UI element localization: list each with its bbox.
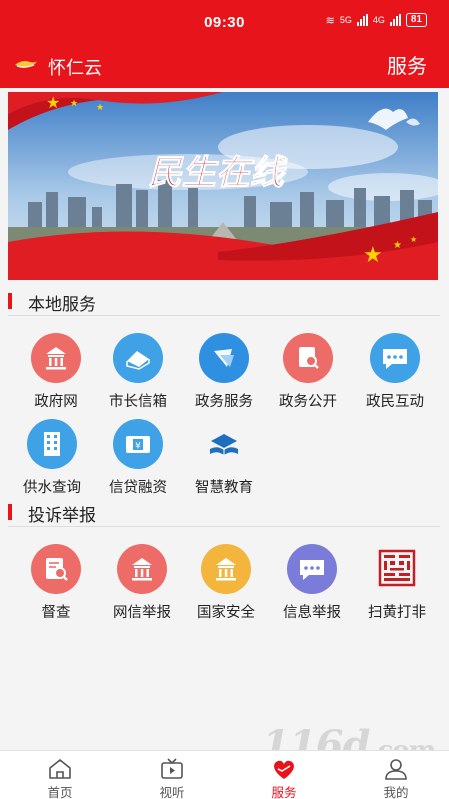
government-building-icon (31, 333, 81, 383)
tab-profile[interactable]: 我的 (356, 751, 436, 799)
network-4g-label: 4G (372, 15, 385, 25)
svg-text:★: ★ (410, 235, 417, 244)
service-label: 政民互动 (366, 394, 424, 410)
section-local-services: 本地服务 (8, 288, 440, 316)
svg-text:★: ★ (70, 99, 78, 109)
service-label: 信贷融资 (109, 480, 167, 496)
government-building-icon (117, 544, 167, 594)
banner-headline: 民生在线 (148, 153, 288, 193)
page-title: 服务 (387, 56, 427, 78)
service-anti-porn[interactable]: 扫黄打非 (355, 544, 439, 622)
service-information-report[interactable]: 信息举报 (270, 544, 354, 622)
tab-media[interactable]: 视听 (132, 751, 212, 799)
service-government-services[interactable]: 政务服务 (182, 333, 266, 411)
service-inspection[interactable]: 督查 (14, 544, 98, 622)
user-icon (385, 759, 407, 780)
service-government-website[interactable]: 政府网 (14, 333, 98, 411)
document-search-icon (283, 333, 333, 383)
seal-icon (372, 544, 422, 594)
service-label: 扫黄打非 (368, 605, 426, 621)
service-public-interaction[interactable]: 政民互动 (353, 333, 437, 411)
bottom-tab-bar: 首页 视听 服务 我的 (0, 750, 449, 799)
app-name: 怀仁云 (48, 58, 102, 78)
wifi-icon: ≋ (325, 14, 335, 27)
heart-icon (274, 760, 294, 779)
tv-icon (161, 758, 183, 779)
system-icons: ≋ 5G 4G 81 (326, 13, 427, 27)
section-marker (8, 504, 12, 520)
service-icon (199, 333, 249, 383)
tab-home[interactable]: 首页 (20, 751, 100, 799)
building-icon (27, 419, 77, 469)
finance-icon: ¥ (113, 419, 163, 469)
government-building-icon (201, 544, 251, 594)
banner-illustration: ★ ★ ★ ★ ★ ★ 民生在线 (8, 92, 438, 280)
home-icon (49, 759, 71, 779)
app-bar: 怀仁云 服务 (0, 44, 449, 84)
service-label: 智慧教育 (195, 480, 253, 496)
service-label: 市长信箱 (109, 394, 167, 410)
service-label: 国家安全 (197, 605, 255, 621)
svg-text:¥: ¥ (135, 442, 141, 452)
svg-text:★: ★ (46, 93, 60, 112)
app-header: 09:30 ≋ 5G 4G 81 怀仁云 服务 (0, 0, 449, 88)
inspection-icon (31, 544, 81, 594)
section-title: 投诉举报 (28, 506, 96, 525)
service-cyber-report[interactable]: 网信举报 (100, 544, 184, 622)
svg-text:★: ★ (393, 240, 402, 251)
service-label: 信息举报 (283, 605, 341, 621)
tab-label: 首页 (47, 786, 73, 799)
tab-services[interactable]: 服务 (244, 751, 324, 799)
chat-icon (370, 333, 420, 383)
service-credit-financing[interactable]: ¥ 信贷融资 (96, 419, 180, 497)
signal-icon (356, 14, 368, 26)
service-national-security[interactable]: 国家安全 (184, 544, 268, 622)
section-complaints: 投诉举报 (8, 499, 440, 527)
network-5g-label: 5G (339, 15, 352, 25)
battery-icon: 81 (405, 13, 427, 27)
mailbox-icon (113, 333, 163, 383)
service-label: 政务公开 (279, 394, 337, 410)
tab-label: 视听 (159, 786, 185, 799)
app-logo-icon (15, 61, 37, 68)
service-label: 政务服务 (195, 394, 253, 410)
service-water-query[interactable]: 供水查询 (10, 419, 94, 497)
service-label: 网信举报 (113, 605, 171, 621)
banner-image[interactable]: ★ ★ ★ ★ ★ ★ 民生在线 (8, 92, 438, 280)
education-icon (199, 419, 249, 469)
signal-icon (389, 14, 401, 26)
service-government-disclosure[interactable]: 政务公开 (266, 333, 350, 411)
section-marker (8, 293, 12, 309)
service-mayor-mailbox[interactable]: 市长信箱 (96, 333, 180, 411)
status-bar: 09:30 ≋ 5G 4G 81 (0, 0, 449, 40)
tab-label: 我的 (383, 786, 409, 799)
service-smart-education[interactable]: 智慧教育 (182, 419, 266, 497)
service-label: 督查 (41, 605, 71, 621)
svg-text:★: ★ (96, 103, 104, 113)
svg-text:★: ★ (363, 243, 383, 268)
service-label: 政府网 (34, 394, 78, 410)
service-label: 供水查询 (23, 480, 81, 496)
section-title: 本地服务 (28, 295, 96, 314)
chat-icon (287, 544, 337, 594)
tab-label: 服务 (271, 786, 297, 799)
